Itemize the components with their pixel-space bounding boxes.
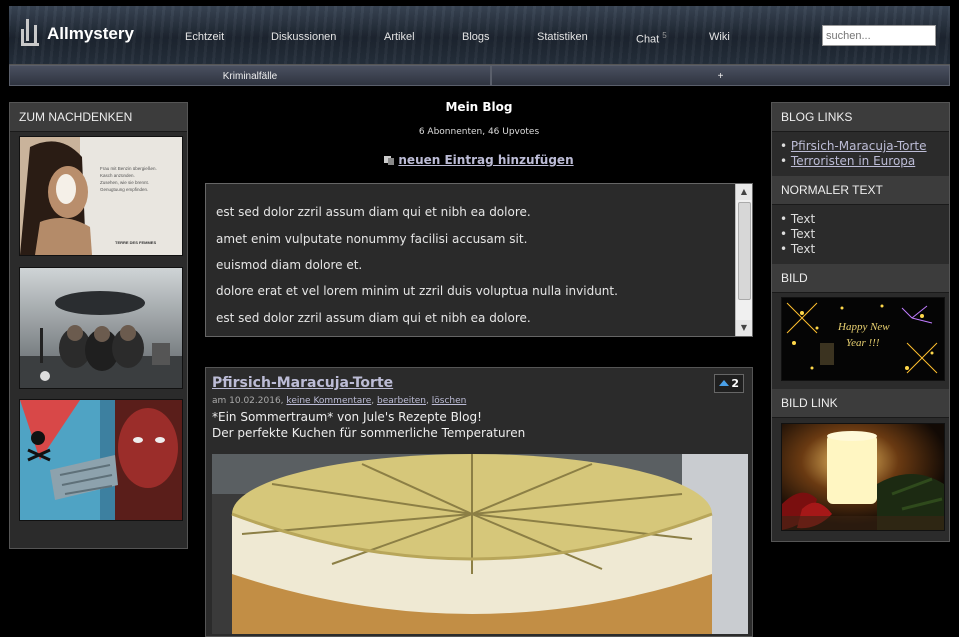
text-line: est sed dolor zzril assum diam qui et ni… <box>216 311 531 325</box>
post-text: *Ein Sommertraum* von Jule's Rezepte Blo… <box>212 410 482 424</box>
normal-text-title: NORMALER TEXT <box>772 176 949 205</box>
text-line: euismod diam dolore et. <box>216 258 363 272</box>
delete-link[interactable]: löschen <box>432 396 467 406</box>
blog-links-title: BLOG LINKS <box>772 103 949 132</box>
comments-link[interactable]: keine Kommentare <box>286 396 371 406</box>
upvote-button[interactable]: 2 <box>714 374 744 393</box>
blog-text-box[interactable]: est sed dolor zzril assum diam qui et ni… <box>205 183 753 337</box>
happy-new-year-image: Happy New Year !!! <box>781 297 945 381</box>
painted-face-image[interactable] <box>19 399 183 521</box>
poster-illustration: Frau mit Benzin übergießen. Kasch anzünd… <box>20 137 182 255</box>
list-item: • Pfirsich-Maracuja-Torte <box>780 139 927 153</box>
svg-text:Year !!!: Year !!! <box>846 337 880 349</box>
header: Allmystery Echtzeit Diskussionen Artikel… <box>9 6 950 65</box>
post-text: Der perfekte Kuchen für sommerliche Temp… <box>212 426 526 440</box>
cake-photo <box>212 454 748 634</box>
scroll-down-icon[interactable]: ▼ <box>736 320 752 336</box>
text-line: dolore erat et vel lorem minim ut zzril … <box>216 284 618 298</box>
scroll-up-icon[interactable]: ▲ <box>736 184 752 200</box>
text-line: est sed dolor zzril assum diam qui et ni… <box>216 205 531 219</box>
search-input[interactable] <box>822 25 936 46</box>
poster-image[interactable]: Frau mit Benzin übergießen. Kasch anzünd… <box>19 136 183 256</box>
post-title-link[interactable]: Pfirsich-Maracuja-Torte <box>212 375 393 391</box>
new-entry-link[interactable]: neuen Eintrag hinzufügen <box>205 153 753 167</box>
normal-text-list: • Text • Text • Text <box>772 205 949 264</box>
candle-illustration <box>782 424 944 530</box>
nav-wiki[interactable]: Wiki <box>709 31 730 43</box>
blog-link-torte[interactable]: Pfirsich-Maracuja-Torte <box>791 139 927 153</box>
cake-image <box>212 454 748 634</box>
nav-statistiken[interactable]: Statistiken <box>537 31 588 43</box>
text-scrollbar[interactable]: ▲ ▼ <box>735 184 752 336</box>
post-meta: am 10.02.2016, keine Kommentare, bearbei… <box>212 396 467 406</box>
text-line: amet enim vulputate nonummy facilisi acc… <box>216 232 528 246</box>
list-item: • Text <box>780 227 816 241</box>
svg-text:Kasch anzünden.: Kasch anzünden. <box>100 173 135 178</box>
scroll-thumb[interactable] <box>738 202 751 300</box>
list-item: • Text <box>780 212 816 226</box>
add-entry-icon <box>384 154 395 165</box>
blog-stats: 6 Abonnenten, 46 Upvotes <box>418 127 540 137</box>
image-title: BILD <box>772 264 949 293</box>
tab-add[interactable]: + <box>491 65 950 86</box>
list-item: • Terroristen in Europa <box>780 154 916 168</box>
main-nav: Echtzeit Diskussionen Artikel Blogs Stat… <box>9 6 809 64</box>
svg-text:Frau mit Benzin übergießen.: Frau mit Benzin übergießen. <box>100 166 157 171</box>
painted-face-illustration <box>20 400 182 520</box>
edit-link[interactable]: bearbeiten <box>377 396 426 406</box>
svg-text:Genugtuung empfinden.: Genugtuung empfinden. <box>100 187 148 192</box>
new-entry-label[interactable]: neuen Eintrag hinzufügen <box>398 153 573 167</box>
sub-nav: Kriminalfälle + <box>9 65 950 86</box>
monkeys-illustration <box>20 268 182 388</box>
svg-text:Happy New: Happy New <box>837 321 890 333</box>
zum-nachdenken-title: ZUM NACHDENKEN <box>10 103 187 132</box>
text-item: Text <box>790 227 816 241</box>
chat-count-badge: 5 <box>662 31 667 40</box>
image-link-title: BILD LINK <box>772 389 949 418</box>
upvote-count: 2 <box>731 377 739 390</box>
candle-image-link[interactable] <box>781 423 945 531</box>
monkeys-image[interactable] <box>19 267 183 389</box>
nav-diskussionen[interactable]: Diskussionen <box>271 31 336 43</box>
tab-kriminalfaelle[interactable]: Kriminalfälle <box>9 65 491 86</box>
svg-text:Zusehen, wie sie brennt.: Zusehen, wie sie brennt. <box>100 180 149 185</box>
upvote-arrow-icon <box>719 379 730 386</box>
nav-chat[interactable]: Chat 5 <box>636 31 667 46</box>
list-item: • Text <box>780 242 816 256</box>
fireworks-illustration: Happy New Year !!! <box>782 298 944 380</box>
post-date: am 10.02.2016, <box>212 396 284 406</box>
blog-link-terroristen[interactable]: Terroristen in Europa <box>791 154 915 168</box>
blog-links-list: • Pfirsich-Maracuja-Torte • Terroristen … <box>772 132 949 176</box>
text-item: Text <box>790 242 816 256</box>
nav-echtzeit[interactable]: Echtzeit <box>185 31 224 43</box>
left-sidebar: ZUM NACHDENKEN Frau mit Benzin übergieße… <box>9 102 188 549</box>
nav-artikel[interactable]: Artikel <box>384 31 415 43</box>
text-item: Text <box>790 212 816 226</box>
blog-title: Mein Blog <box>445 100 513 114</box>
right-sidebar: BLOG LINKS • Pfirsich-Maracuja-Torte • T… <box>771 102 950 542</box>
nav-blogs[interactable]: Blogs <box>462 31 490 43</box>
blog-post: Pfirsich-Maracuja-Torte 2 am 10.02.2016,… <box>205 367 753 637</box>
svg-text:TERRE DES FEMMES: TERRE DES FEMMES <box>115 240 156 245</box>
post-title: Pfirsich-Maracuja-Torte <box>212 375 393 391</box>
nav-chat-label: Chat <box>636 33 660 46</box>
